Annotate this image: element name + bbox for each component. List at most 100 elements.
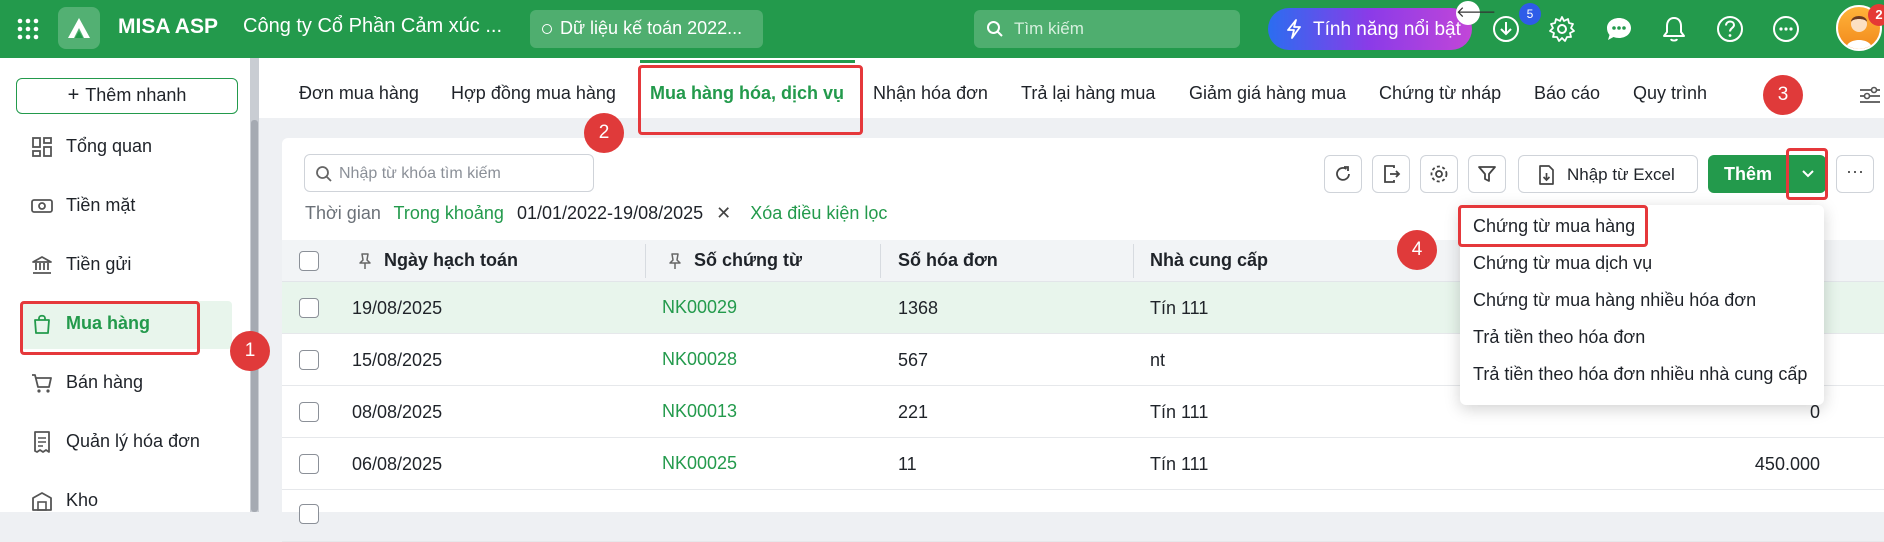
more-apps-icon[interactable]: [1770, 13, 1802, 45]
tab-purchase-contract[interactable]: Hợp đồng mua hàng: [451, 83, 616, 104]
menu-item-pay-by-invoice[interactable]: Trả tiền theo hóa đơn: [1473, 327, 1645, 348]
cell-amount: 0: [1809, 402, 1820, 422]
plus-icon: +: [67, 84, 80, 106]
tab-process[interactable]: Quy trình: [1633, 83, 1707, 104]
keyword-search-placeholder: Nhập từ khóa tìm kiếm: [339, 165, 501, 182]
download-badge: 5: [1519, 3, 1541, 25]
sidebar-item-cash[interactable]: Tiền mặt: [20, 183, 232, 231]
tab-purchase-order[interactable]: Đơn mua hàng: [299, 83, 419, 104]
select-all-checkbox[interactable]: [299, 251, 319, 271]
refresh-icon: [1336, 166, 1350, 181]
remove-filter-icon[interactable]: ✕: [716, 203, 731, 223]
global-search-input[interactable]: Tìm kiếm: [974, 10, 1240, 48]
quick-add-button[interactable]: + Thêm nhanh: [16, 78, 238, 114]
sidebar-scroll-thumb[interactable]: [251, 120, 258, 512]
filter-mode-link[interactable]: Trong khoảng: [394, 203, 504, 223]
tab-draft-documents[interactable]: Chứng từ nháp: [1379, 83, 1501, 104]
dataset-dot-icon: [542, 24, 552, 34]
column-divider: [880, 244, 881, 278]
sidebar-item-label: Tổng quan: [66, 136, 153, 156]
search-icon: [987, 21, 1003, 37]
cell-invoice-number: 11: [898, 454, 917, 474]
cell-posting-date: 08/08/2025: [352, 402, 443, 422]
company-name[interactable]: Công ty Cổ Phần Cảm xúc ...: [243, 15, 502, 38]
sidebar-item-invoice-management[interactable]: Quản lý hóa đơn: [20, 419, 232, 467]
bell-icon[interactable]: [1658, 13, 1690, 45]
tab-receive-invoice[interactable]: Nhận hóa đơn: [873, 83, 988, 104]
keyword-search-input[interactable]: Nhập từ khóa tìm kiếm: [304, 154, 594, 192]
menu-item-pay-by-invoice-multi-supplier[interactable]: Trả tiền theo hóa đơn nhiều nhà cung cấp: [1473, 364, 1807, 385]
logo-mark-icon: [68, 18, 90, 38]
avatar-notification-badge: 2: [1868, 4, 1884, 26]
row-checkbox[interactable]: [299, 298, 319, 318]
column-divider: [1133, 244, 1134, 278]
cell-document-link[interactable]: NK00025: [662, 453, 737, 474]
column-header-invoice-number[interactable]: Số hóa đơn: [898, 250, 998, 271]
import-excel-button[interactable]: Nhập từ Excel: [1518, 155, 1698, 193]
chat-icon[interactable]: [1603, 13, 1635, 45]
sidebar: + Thêm nhanh Tổng quan Tiền mặt Tiền gửi …: [0, 58, 250, 512]
cell-document-link[interactable]: NK00029: [662, 297, 737, 318]
menu-item-service-purchase-voucher[interactable]: Chứng từ mua dịch vụ: [1473, 253, 1652, 274]
quick-add-label: Thêm nhanh: [85, 85, 187, 105]
featured-features-button[interactable]: Tính năng nổi bật: [1268, 8, 1472, 50]
cell-invoice-number: 1368: [898, 298, 939, 318]
cell-document-link[interactable]: NK00028: [662, 349, 737, 370]
settings-button[interactable]: [1420, 155, 1458, 193]
row-checkbox[interactable]: [299, 350, 319, 370]
warehouse-icon: [32, 492, 52, 511]
row-checkbox[interactable]: [299, 454, 319, 474]
gear-icon[interactable]: [1546, 13, 1578, 45]
pin-icon[interactable]: [358, 252, 372, 270]
app-name: MISA ASP: [118, 15, 218, 38]
misa-logo[interactable]: [58, 7, 100, 49]
cell-posting-date: 06/08/2025: [352, 454, 443, 474]
filter-button[interactable]: [1468, 155, 1506, 193]
row-checkbox[interactable]: [299, 402, 319, 422]
table-row[interactable]: [282, 438, 1884, 490]
sidebar-scrollbar[interactable]: [250, 58, 259, 512]
tab-purchase-return[interactable]: Trả lại hàng mua: [1021, 83, 1155, 104]
export-button[interactable]: [1372, 155, 1410, 193]
cell-supplier: Tín 111: [1150, 454, 1209, 474]
help-icon[interactable]: [1714, 13, 1746, 45]
sidebar-item-overview[interactable]: Tổng quan: [20, 124, 232, 172]
tab-reports[interactable]: Báo cáo: [1534, 83, 1600, 104]
table-row[interactable]: [282, 490, 1884, 542]
sidebar-item-bank[interactable]: Tiền gửi: [20, 242, 232, 290]
step-marker-1: 1: [230, 331, 270, 371]
dataset-selector[interactable]: Dữ liệu kế toán 2022...: [530, 10, 763, 48]
row-checkbox[interactable]: [299, 504, 319, 524]
sidebar-item-warehouse[interactable]: Kho: [20, 478, 232, 526]
column-header-document-number[interactable]: Số chứng từ: [694, 250, 802, 271]
cell-document-link[interactable]: NK00013: [662, 401, 737, 422]
add-button[interactable]: Thêm: [1708, 155, 1788, 193]
menu-item-multi-invoice-purchase[interactable]: Chứng từ mua hàng nhiều hóa đơn: [1473, 290, 1756, 311]
search-icon: [316, 166, 332, 182]
column-divider: [645, 244, 646, 278]
column-header-supplier[interactable]: Nhà cung cấp: [1150, 250, 1268, 271]
cell-invoice-number: 221: [898, 402, 929, 422]
more-options-button[interactable]: ···: [1836, 155, 1874, 193]
dataset-label: Dữ liệu kế toán 2022...: [560, 18, 743, 38]
step-marker-3: 3: [1763, 75, 1803, 115]
global-search-placeholder: Tìm kiếm: [1014, 19, 1084, 38]
step-marker-4: 4: [1397, 230, 1437, 270]
sidebar-item-sales[interactable]: Bán hàng: [20, 360, 232, 408]
app-grid-icon[interactable]: [12, 13, 44, 45]
tab-settings-icon[interactable]: [1858, 84, 1884, 108]
clear-filter-link[interactable]: Xóa điều kiện lọc: [750, 203, 887, 223]
pin-icon[interactable]: [668, 252, 682, 270]
filter-bar: Thời gian Trong khoảng 01/01/2022-19/08/…: [305, 203, 895, 224]
back-arrow-icon[interactable]: 🡐: [1456, 1, 1496, 25]
highlight-box-sidebar: [20, 301, 200, 355]
highlight-box-menu-item: [1458, 205, 1648, 247]
top-bar: MISA ASP Công ty Cổ Phần Cảm xúc ... Dữ …: [0, 0, 1884, 58]
excel-import-icon: [1539, 165, 1554, 185]
column-header-posting-date[interactable]: Ngày hạch toán: [384, 250, 518, 271]
download-icon[interactable]: [1490, 13, 1522, 45]
featured-features-label: Tính năng nổi bật: [1313, 19, 1461, 40]
sidebar-item-label: Tiền mặt: [66, 195, 136, 215]
refresh-button[interactable]: [1324, 155, 1362, 193]
tab-purchase-discount[interactable]: Giảm giá hàng mua: [1189, 83, 1346, 104]
